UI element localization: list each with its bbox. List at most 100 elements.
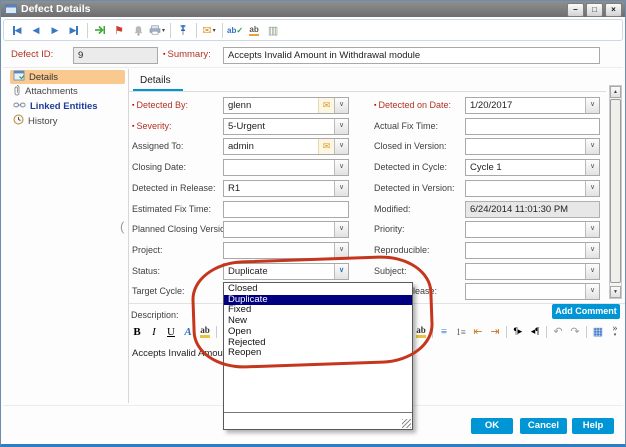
dropdown-option-fixed[interactable]: Fixed bbox=[224, 305, 412, 316]
tab-details[interactable]: Details bbox=[140, 75, 171, 86]
underline-icon[interactable]: U bbox=[165, 326, 177, 338]
goto-icon[interactable] bbox=[92, 22, 108, 38]
followup-flag-icon[interactable]: ⚑ bbox=[111, 22, 127, 38]
field-assigned-to[interactable]: admin✉∨ bbox=[223, 138, 349, 155]
spelling-options-icon[interactable]: ab bbox=[246, 22, 262, 38]
field-status[interactable]: Duplicate∨ bbox=[223, 263, 349, 280]
numbered-list-icon[interactable]: 1≡ bbox=[455, 327, 467, 337]
sidebar-item-linked-entities[interactable]: Linked Entities bbox=[10, 100, 125, 114]
email-icon[interactable]: ✉▾ bbox=[201, 22, 217, 38]
field-closing-date[interactable]: ∨ bbox=[223, 159, 349, 176]
minimize-button[interactable]: – bbox=[567, 3, 584, 17]
summary-label: ▪Summary: bbox=[163, 49, 211, 60]
undo-icon[interactable]: ↶ bbox=[552, 325, 564, 338]
sidebar-item-details[interactable]: Details bbox=[10, 70, 125, 84]
email-icon[interactable]: ✉ bbox=[318, 139, 334, 154]
dropdown-arrow-icon[interactable]: ∨ bbox=[585, 181, 599, 196]
ltr-paragraph-icon[interactable]: ¶▸ bbox=[512, 326, 524, 337]
previous-record-icon[interactable]: ◀ bbox=[28, 22, 44, 38]
dropdown-arrow-icon[interactable]: ∨ bbox=[334, 243, 348, 258]
table-icon[interactable]: ▦ bbox=[592, 325, 604, 338]
field-detected-in-release[interactable]: R1∨ bbox=[223, 180, 349, 197]
field-label-estimated-fix-time: Estimated Fix Time: bbox=[132, 204, 211, 214]
first-record-icon[interactable]: ◀ bbox=[9, 22, 25, 38]
font-color-icon[interactable]: A bbox=[182, 326, 194, 338]
help-button[interactable]: Help bbox=[572, 418, 614, 434]
field-reproducible[interactable]: ∨ bbox=[465, 242, 600, 259]
dropdown-arrow-icon[interactable]: ∨ bbox=[585, 139, 599, 154]
sidebar-collapse-handle[interactable]: ( bbox=[120, 217, 130, 239]
alert-icon[interactable] bbox=[130, 22, 146, 38]
dropdown-arrow-icon[interactable]: ∨ bbox=[334, 222, 348, 237]
highlight-icon[interactable]: ab bbox=[415, 325, 427, 338]
scroll-down-icon[interactable]: ▼ bbox=[610, 286, 621, 298]
required-marker: ▪ bbox=[163, 51, 165, 58]
scroll-up-icon[interactable]: ▲ bbox=[610, 86, 621, 98]
next-record-icon[interactable]: ▶ bbox=[47, 22, 63, 38]
field-label-detected-in-release: Detected in Release: bbox=[132, 183, 216, 193]
dropdown-arrow-icon[interactable]: ∨ bbox=[585, 160, 599, 175]
titlebar[interactable]: Defect Details – □ × bbox=[1, 1, 625, 17]
dropdown-arrow-icon[interactable]: ∨ bbox=[585, 284, 599, 299]
field-severity[interactable]: 5-Urgent∨ bbox=[223, 118, 349, 135]
thesaurus-icon[interactable]: ▥ bbox=[265, 22, 281, 38]
dropdown-arrow-icon[interactable]: ∨ bbox=[585, 264, 599, 279]
overflow-icon[interactable]: »▾ bbox=[609, 325, 621, 339]
dropdown-option-reopen[interactable]: Reopen bbox=[224, 348, 412, 359]
last-record-icon[interactable]: ▶ bbox=[66, 22, 82, 38]
status-dropdown-list: ClosedDuplicateFixedNewOpenRejectedReope… bbox=[223, 282, 413, 430]
indent-icon[interactable]: ⇥ bbox=[489, 325, 501, 338]
summary-input[interactable] bbox=[223, 47, 600, 64]
form-scrollbar[interactable]: ▲ ▼ bbox=[609, 85, 622, 299]
print-icon[interactable]: ▾ bbox=[149, 22, 165, 38]
dropdown-option-duplicate[interactable]: Duplicate bbox=[224, 295, 412, 306]
field-project[interactable]: ∨ bbox=[223, 242, 349, 259]
redo-icon[interactable]: ↷ bbox=[569, 325, 581, 338]
bullet-list-icon[interactable]: ≡ bbox=[438, 326, 450, 338]
sidebar-item-label: Linked Entities bbox=[30, 101, 98, 112]
dropdown-arrow-icon[interactable]: ∨ bbox=[585, 98, 599, 113]
field-label-severity: ▪Severity: bbox=[132, 121, 172, 131]
field-planned-closing-version[interactable]: ∨ bbox=[223, 221, 349, 238]
spellcheck-icon[interactable]: ab✓ bbox=[227, 22, 243, 38]
dropdown-option-new[interactable]: New bbox=[224, 316, 412, 327]
dropdown-arrow-icon[interactable]: ∨ bbox=[585, 222, 599, 237]
field-target-release[interactable]: ∨ bbox=[465, 283, 600, 300]
required-marker: ▪ bbox=[132, 123, 134, 130]
field-priority[interactable]: ∨ bbox=[465, 221, 600, 238]
field-detected-in-cycle[interactable]: Cycle 1∨ bbox=[465, 159, 600, 176]
ok-button[interactable]: OK bbox=[471, 418, 513, 434]
cancel-button[interactable]: Cancel bbox=[520, 418, 567, 434]
add-comment-button[interactable]: Add Comment bbox=[552, 304, 620, 319]
pin-icon[interactable] bbox=[175, 22, 191, 38]
highlight-icon[interactable]: ab bbox=[199, 325, 211, 338]
field-subject[interactable]: ∨ bbox=[465, 263, 600, 280]
dropdown-arrow-icon[interactable]: ∨ bbox=[334, 119, 348, 134]
scrollbar-thumb[interactable] bbox=[610, 99, 621, 283]
dropdown-resize-grip[interactable] bbox=[402, 419, 411, 428]
dropdown-arrow-icon[interactable]: ∨ bbox=[334, 264, 348, 279]
field-closed-in-version[interactable]: ∨ bbox=[465, 138, 600, 155]
maximize-button[interactable]: □ bbox=[586, 3, 603, 17]
sidebar-item-label: History bbox=[28, 116, 58, 127]
toolbar-separator bbox=[432, 326, 433, 338]
sidebar-item-history[interactable]: History bbox=[10, 114, 125, 128]
field-detected-in-version[interactable]: ∨ bbox=[465, 180, 600, 197]
field-estimated-fix-time[interactable] bbox=[223, 201, 349, 218]
outdent-icon[interactable]: ⇤ bbox=[472, 325, 484, 338]
italic-icon[interactable]: I bbox=[148, 326, 160, 338]
dropdown-arrow-icon[interactable]: ∨ bbox=[334, 181, 348, 196]
sidebar-item-attachments[interactable]: Attachments bbox=[10, 85, 125, 99]
dropdown-arrow-icon[interactable]: ∨ bbox=[334, 160, 348, 175]
close-button[interactable]: × bbox=[605, 3, 622, 17]
rtl-paragraph-icon[interactable]: ◂¶ bbox=[529, 326, 541, 337]
dropdown-option-open[interactable]: Open bbox=[224, 327, 412, 338]
email-icon[interactable]: ✉ bbox=[318, 98, 334, 113]
bold-icon[interactable]: B bbox=[131, 326, 143, 338]
dropdown-arrow-icon[interactable]: ∨ bbox=[334, 139, 348, 154]
dropdown-arrow-icon[interactable]: ∨ bbox=[585, 243, 599, 258]
field-detected-on-date[interactable]: 1/20/2017∨ bbox=[465, 97, 600, 114]
field-actual-fix-time[interactable] bbox=[465, 118, 600, 135]
dropdown-arrow-icon[interactable]: ∨ bbox=[334, 98, 348, 113]
field-detected-by[interactable]: glenn✉∨ bbox=[223, 97, 349, 114]
